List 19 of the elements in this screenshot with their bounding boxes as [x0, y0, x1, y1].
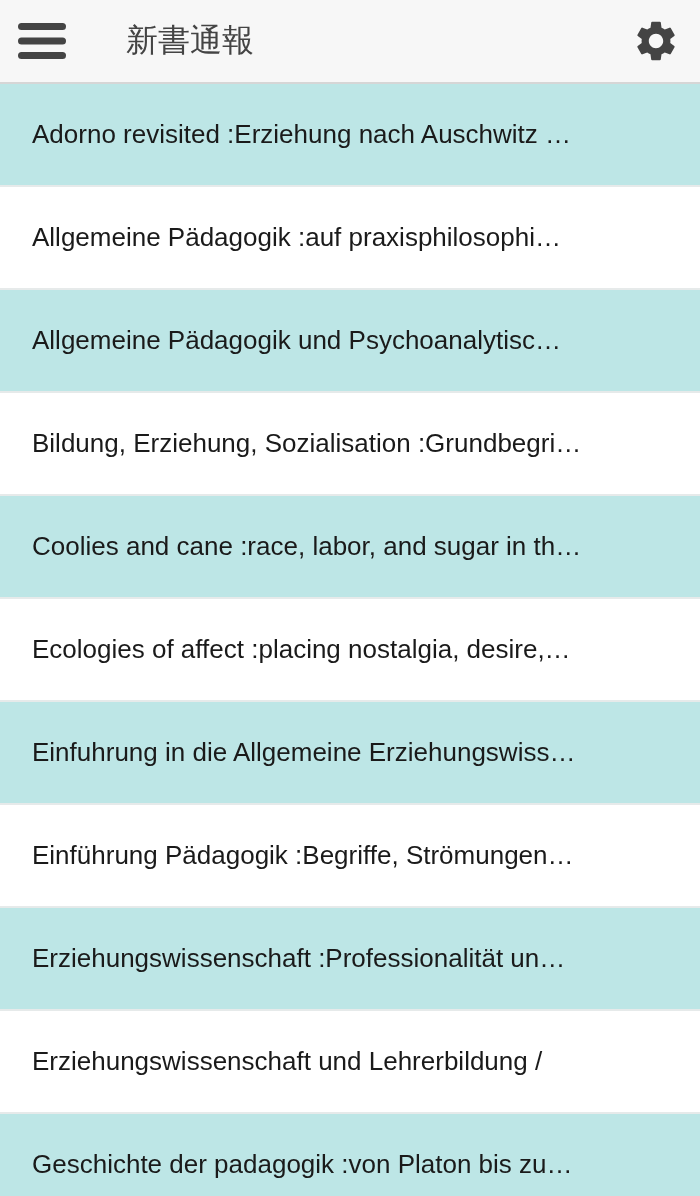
book-title: Allgemeine Pädagogik und Psychoanalytisc…	[32, 325, 561, 356]
book-title: Bildung, Erziehung, Sozialisation :Grundbegri…	[32, 428, 582, 459]
menu-icon[interactable]	[18, 21, 66, 61]
app-title: 新書通報	[126, 20, 255, 61]
book-list-item[interactable]: Einfuhrung in die Allgemeine Erziehungswiss…	[0, 702, 700, 805]
book-list-item[interactable]: Adorno revisited :Erziehung nach Auschwitz …	[0, 84, 700, 187]
book-list-item[interactable]: Allgemeine Pädagogik und Psychoanalytisc…	[0, 290, 700, 393]
book-title: Einfuhrung in die Allgemeine Erziehungswiss…	[32, 737, 576, 768]
book-title: Erziehungswissenschaft :Professionalität un…	[32, 943, 566, 974]
book-list-item[interactable]: Erziehungswissenschaft :Professionalität un…	[0, 908, 700, 1011]
book-title: Coolies and cane :race, labor, and sugar in th…	[32, 531, 582, 562]
book-title: Allgemeine Pädagogik :auf praxisphilosophi…	[32, 222, 561, 253]
book-title: Einführung Pädagogik :Begriffe, Strömungen…	[32, 840, 574, 871]
book-title: Geschichte der padagogik :von Platon bis zu…	[32, 1149, 573, 1180]
book-title: Erziehungswissenschaft und Lehrerbildung /	[32, 1046, 543, 1077]
book-title: Adorno revisited :Erziehung nach Auschwitz …	[32, 119, 572, 150]
book-title: Ecologies of affect :placing nostalgia, desire,…	[32, 634, 571, 665]
book-list-item[interactable]: Geschichte der padagogik :von Platon bis zu…	[0, 1114, 700, 1196]
book-list-item[interactable]: Coolies and cane :race, labor, and sugar in th…	[0, 496, 700, 599]
